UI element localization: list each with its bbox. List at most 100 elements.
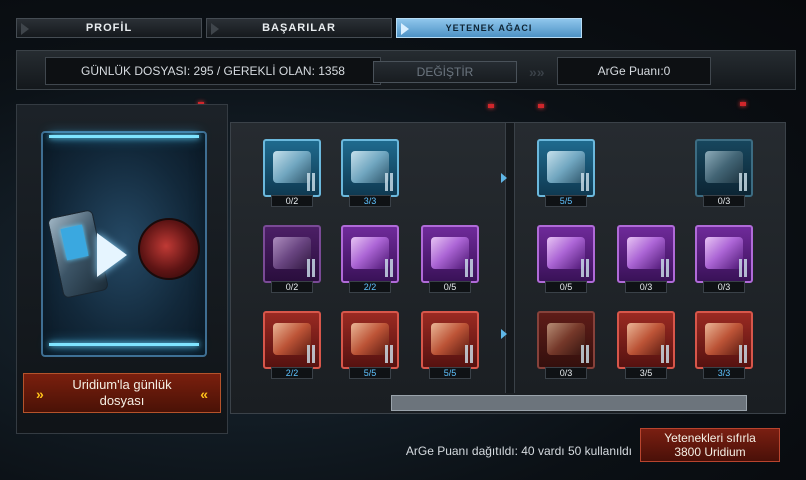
skill-level: 0/2 xyxy=(271,281,313,293)
blade-icon xyxy=(431,323,469,355)
skill-node[interactable]: 3/5 xyxy=(617,311,675,381)
level-bar-icon xyxy=(661,259,669,277)
skill-level: 0/5 xyxy=(545,281,587,293)
head-icon xyxy=(273,323,311,355)
level-bar-icon xyxy=(581,345,589,363)
skill-node[interactable]: 3/3 xyxy=(341,139,399,209)
skill-node[interactable]: 0/3 xyxy=(537,311,595,381)
indicator-light-icon xyxy=(538,104,544,108)
ship-icon xyxy=(705,151,743,183)
skill-level: 0/3 xyxy=(625,281,667,293)
skill-node[interactable]: 0/2 xyxy=(263,225,321,295)
chevron-right-icon xyxy=(401,23,409,35)
energy-beam-icon xyxy=(49,343,199,346)
change-button[interactable]: DEĞİŞTİR xyxy=(373,61,517,83)
arrow-right-icon xyxy=(501,173,507,183)
level-bar-icon xyxy=(307,345,315,363)
skill-slot xyxy=(537,225,595,283)
skill-slot xyxy=(341,139,399,197)
skill-node[interactable]: 5/5 xyxy=(537,139,595,209)
skill-slot xyxy=(695,225,753,283)
skill-slot xyxy=(341,311,399,369)
arge-status-text: ArGe Puanı dağıtıldı: 40 vardı 50 kullan… xyxy=(405,444,632,458)
skill-node[interactable]: 0/5 xyxy=(537,225,595,295)
skill-slot xyxy=(695,139,753,197)
tab-label: PROFİL xyxy=(85,22,133,34)
skill-slot xyxy=(617,311,675,369)
skill-level: 0/3 xyxy=(703,195,745,207)
info-bar: GÜNLÜK DOSYASI: 295 / GEREKLİ OLAN: 1358… xyxy=(16,50,796,90)
skill-level: 2/2 xyxy=(271,367,313,379)
cargo-icon xyxy=(351,151,389,183)
head-icon xyxy=(705,323,743,355)
skill-level: 0/2 xyxy=(271,195,313,207)
chevron-right-icon xyxy=(21,23,29,35)
skill-node[interactable]: 2/2 xyxy=(263,311,321,381)
tab-label: YETENEK AĞACI xyxy=(445,23,533,33)
missile-icon xyxy=(431,237,469,269)
drone-icon xyxy=(547,151,585,183)
skill-level: 2/2 xyxy=(349,281,391,293)
skill-node[interactable]: 0/2 xyxy=(263,139,321,209)
skill-node[interactable]: 2/2 xyxy=(341,225,399,295)
arrow-right-icon xyxy=(501,329,507,339)
skill-level: 5/5 xyxy=(429,367,471,379)
tab-achievements[interactable]: BAŞARILAR xyxy=(206,18,392,38)
tab-label: BAŞARILAR xyxy=(262,22,336,34)
energy-beam-icon xyxy=(49,135,199,138)
level-bar-icon xyxy=(385,259,393,277)
skill-slot xyxy=(263,311,321,369)
skill-slot xyxy=(537,311,595,369)
daily-file-readout: GÜNLÜK DOSYASI: 295 / GEREKLİ OLAN: 1358 xyxy=(45,57,381,85)
arge-points-readout: ArGe Puanı:0 xyxy=(557,57,711,85)
conversion-panel: » Uridium'la günlük dosyası « xyxy=(16,104,228,434)
ship-icon xyxy=(273,151,311,183)
skill-level: 3/3 xyxy=(349,195,391,207)
skill-slot xyxy=(263,139,321,197)
tab-skill-tree[interactable]: YETENEK AĞACI xyxy=(396,18,582,38)
skill-node[interactable]: 0/5 xyxy=(421,225,479,295)
horizontal-scrollbar[interactable] xyxy=(391,395,747,411)
skill-slot xyxy=(617,225,675,283)
skill-slot xyxy=(421,225,479,283)
skull-icon xyxy=(547,323,585,355)
level-bar-icon xyxy=(307,173,315,191)
skill-node[interactable]: 5/5 xyxy=(341,311,399,381)
skill-level: 0/5 xyxy=(429,281,471,293)
uridium-daily-file-button[interactable]: » Uridium'la günlük dosyası « xyxy=(23,373,221,413)
reset-skills-button[interactable]: Yetenekleri sıfırla 3800 Uridium xyxy=(640,428,780,462)
skill-node[interactable]: 5/5 xyxy=(421,311,479,381)
skill-level: 5/5 xyxy=(545,195,587,207)
reset-cost: 3800 Uridium xyxy=(674,445,746,459)
level-bar-icon xyxy=(307,259,315,277)
tree-divider xyxy=(505,123,515,393)
level-bar-icon xyxy=(739,173,747,191)
skill-slot xyxy=(341,225,399,283)
level-bar-icon xyxy=(581,259,589,277)
skill-level: 3/5 xyxy=(625,367,667,379)
double-chevron-left-icon: « xyxy=(200,386,208,402)
skill-node[interactable]: 0/3 xyxy=(695,139,753,209)
ship-icon xyxy=(627,323,665,355)
uridium-button-label: Uridium'la günlük dosyası xyxy=(72,377,172,408)
skill-slot xyxy=(695,311,753,369)
fist-icon xyxy=(705,237,743,269)
skill-slot xyxy=(537,139,595,197)
skill-node[interactable]: 0/3 xyxy=(695,225,753,295)
skill-level: 3/3 xyxy=(703,367,745,379)
indicator-light-icon xyxy=(488,104,494,108)
level-bar-icon xyxy=(739,345,747,363)
game-window: PROFİL BAŞARILAR YETENEK AĞACI GÜNLÜK DO… xyxy=(0,0,806,480)
level-bar-icon xyxy=(385,173,393,191)
skill-level: 0/3 xyxy=(545,367,587,379)
double-chevron-right-icon: » xyxy=(36,386,44,402)
skill-node[interactable]: 0/3 xyxy=(617,225,675,295)
crate-icon xyxy=(273,237,311,269)
reset-label: Yetenekleri sıfırla xyxy=(664,431,756,445)
skill-node[interactable]: 3/3 xyxy=(695,311,753,381)
hand-icon xyxy=(547,237,585,269)
tab-profile[interactable]: PROFİL xyxy=(16,18,202,38)
level-bar-icon xyxy=(465,259,473,277)
skill-slot xyxy=(421,311,479,369)
skill-level: 5/5 xyxy=(349,367,391,379)
